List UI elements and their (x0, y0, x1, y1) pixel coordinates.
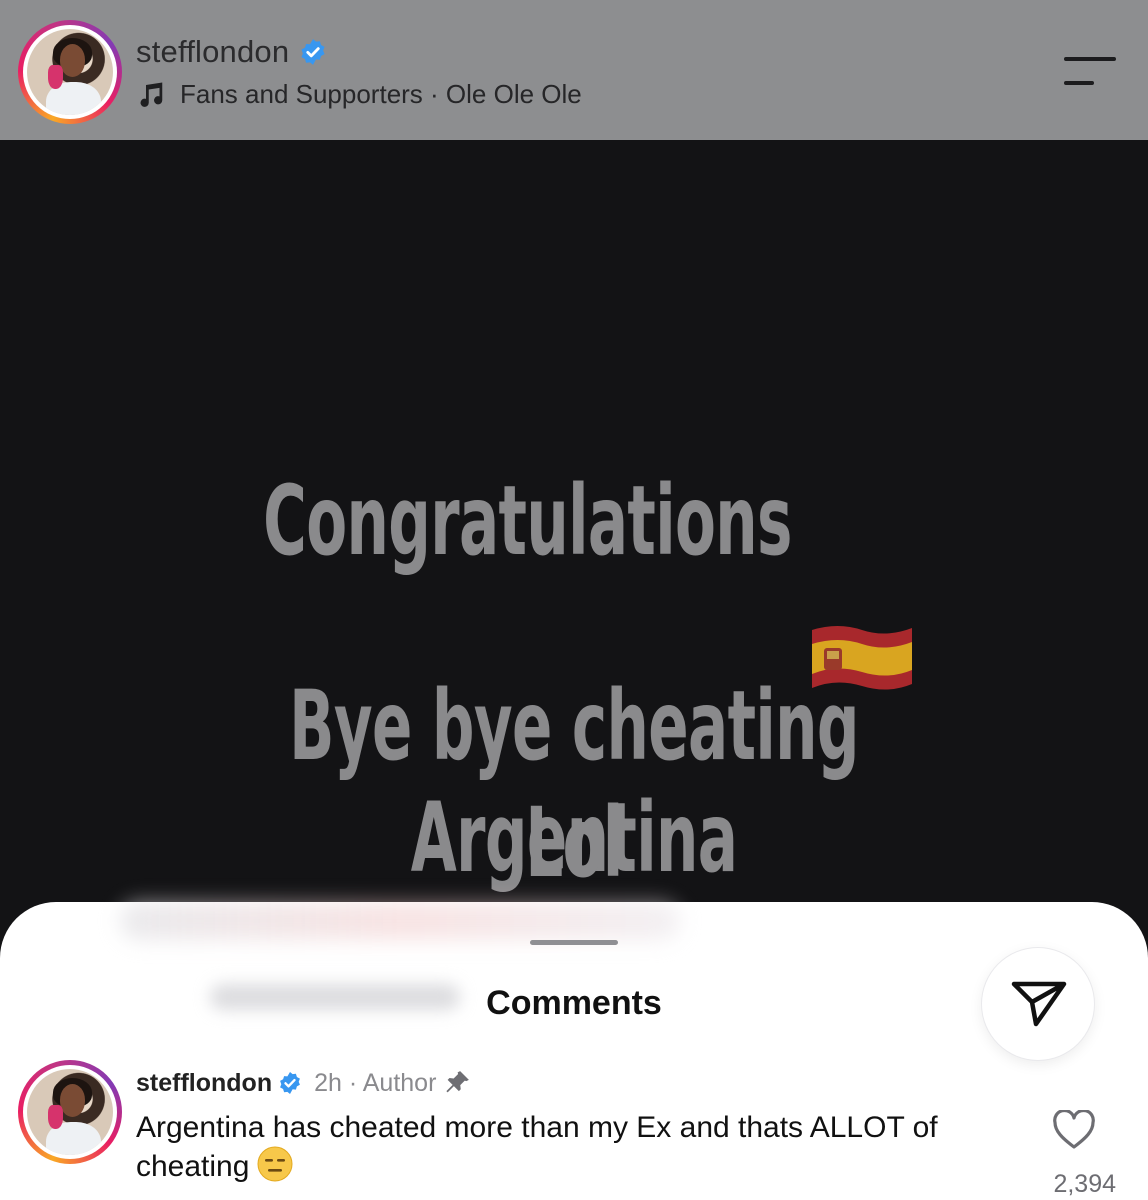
post-header: stefflondon Fans and Supporters · Ole Ol… (0, 0, 1148, 140)
music-label: Fans and Supporters · Ole Ole Ole (180, 79, 582, 109)
comment-username[interactable]: stefflondon (136, 1069, 272, 1098)
profile-avatar[interactable] (18, 20, 122, 124)
blurred-caption (120, 902, 680, 940)
header-user[interactable]: stefflondon (136, 34, 327, 70)
header-username[interactable]: stefflondon (136, 34, 289, 70)
send-icon (1011, 981, 1067, 1027)
post-media[interactable]: Congratulations Bye bye cheating Argenti… (0, 140, 1148, 920)
comment-text: Argentina has cheated more than my Ex an… (136, 1111, 938, 1183)
like-count: 2,394 (1053, 1170, 1116, 1198)
post-text-line-1: Congratulations (263, 465, 792, 577)
post-text-line-3: Lol (525, 787, 623, 899)
expressionless-face-icon (257, 1146, 293, 1182)
sheet-title: Comments (486, 984, 662, 1022)
comment-avatar[interactable] (18, 1060, 122, 1164)
pin-icon (446, 1071, 470, 1093)
verified-badge-icon (301, 39, 325, 65)
menu-icon[interactable] (1062, 55, 1118, 87)
sheet-grabber[interactable] (530, 940, 618, 945)
heart-icon[interactable] (1052, 1110, 1096, 1150)
comment-meta: 2h · Author (314, 1068, 437, 1097)
comment-header: stefflondon 2h · Author (136, 1068, 472, 1098)
music-attribution[interactable]: Fans and Supporters · Ole Ole Ole (136, 79, 582, 110)
music-note-icon (140, 82, 163, 107)
share-button[interactable] (982, 948, 1094, 1060)
verified-badge-icon (280, 1072, 300, 1094)
